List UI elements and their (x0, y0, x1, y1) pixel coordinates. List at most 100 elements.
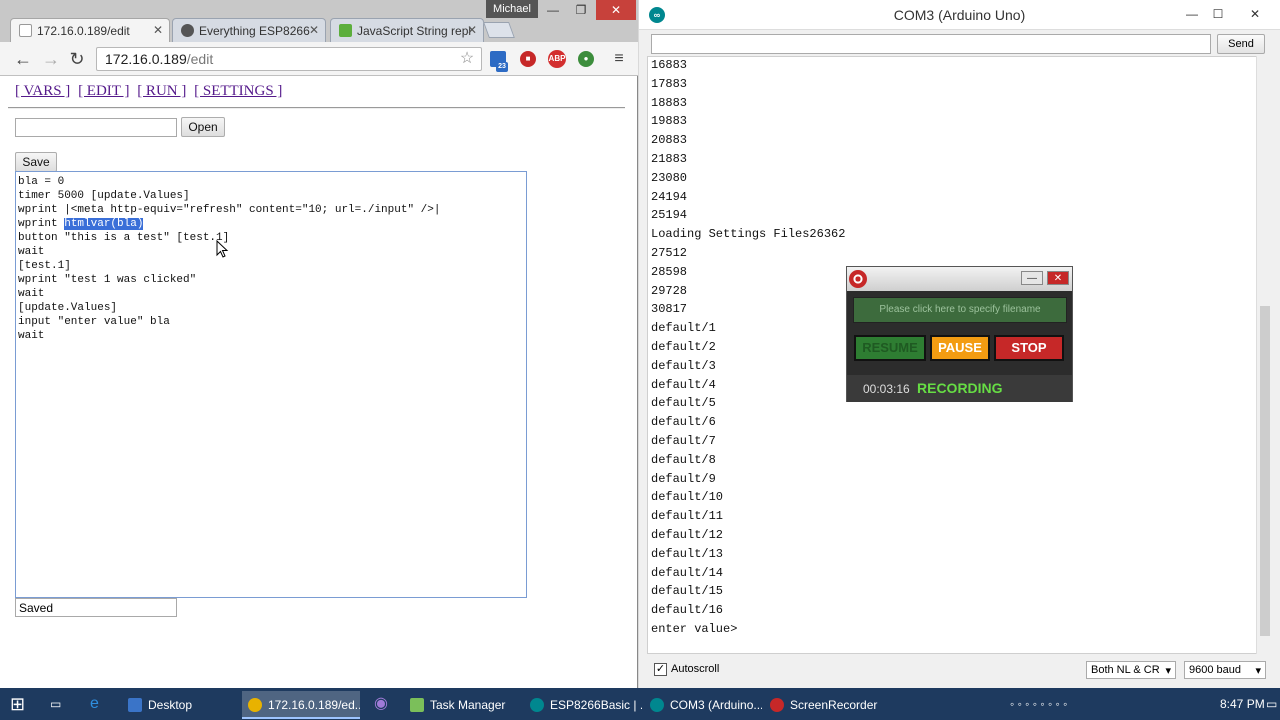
minimize-icon[interactable]: — (540, 0, 566, 20)
serial-line: default/14 (651, 565, 724, 580)
code-line: wprint "test 1 was clicked" (18, 274, 197, 286)
recorder-titlebar[interactable]: — ✕ (847, 267, 1072, 291)
serial-line: default/16 (651, 603, 724, 618)
taskbar-item-task-manager[interactable]: Task Manager (404, 691, 522, 719)
taskbar-label: COM3 (Arduino... (670, 698, 762, 712)
autoscroll-checkbox[interactable]: ✓ (654, 663, 667, 676)
save-button[interactable]: Save (15, 152, 57, 172)
profile-badge[interactable]: Michael (486, 0, 538, 18)
forward-icon[interactable]: → (40, 48, 62, 70)
star-icon[interactable]: ☆ (456, 48, 478, 70)
desktop-icon (128, 698, 142, 712)
nav-vars-link[interactable]: [ VARS ] (15, 83, 70, 99)
adblock-icon[interactable]: ABP (548, 50, 566, 68)
serial-titlebar: ∞ COM3 (Arduino Uno) — ☐ ✕ (639, 0, 1280, 30)
command-prompt-icon[interactable]: ▭ (50, 688, 61, 720)
maximize-icon[interactable]: ☐ (1205, 4, 1231, 24)
close-icon[interactable]: ✕ (467, 23, 477, 37)
url-path: /edit (186, 51, 214, 67)
scrollbar-thumb[interactable] (1260, 306, 1270, 636)
serial-line: 16883 (651, 58, 688, 72)
send-button[interactable]: Send (1217, 34, 1265, 54)
baud-value: 9600 baud (1189, 664, 1241, 676)
code-line: bla = 0 (18, 176, 65, 188)
serial-line: 30817 (651, 302, 688, 317)
taskbar-item-screenrecorder[interactable]: ScreenRecorder (764, 691, 882, 719)
close-window-icon[interactable]: ✕ (596, 0, 636, 20)
serial-line: Loading Settings Files26362 (651, 227, 846, 242)
address-bar[interactable]: 172.16.0.189/edit (96, 47, 482, 71)
serial-line: default/7 (651, 434, 716, 448)
github-icon (181, 24, 194, 37)
nav-settings-link[interactable]: [ SETTINGS ] (194, 83, 282, 99)
filename-field[interactable]: Please click here to specify filename (853, 297, 1067, 323)
internet-explorer-icon[interactable]: e (90, 688, 99, 720)
serial-line: default/5 (651, 396, 716, 411)
location-extension-icon[interactable]: ● (578, 51, 594, 67)
taskbar-item-chrome[interactable]: 172.16.0.189/ed... (242, 691, 360, 719)
tab-esp8266[interactable]: Everything ESP8266 ✕ (172, 18, 326, 42)
taskbar-item-desktop[interactable]: Desktop (122, 691, 236, 719)
serial-line: 24194 (651, 189, 688, 204)
code-line: input "enter value" bla (18, 316, 170, 328)
taskbar-label: 172.16.0.189/ed... (268, 698, 360, 712)
code-line: wprint htmlvar(bla) (18, 217, 524, 231)
nav-run-link[interactable]: [ RUN ] (137, 83, 186, 99)
taskbar-item-com3[interactable]: COM3 (Arduino... (644, 691, 762, 719)
serial-line: default/9 (651, 471, 716, 486)
browser-window: 172.16.0.189/edit ✕ Everything ESP8266 ✕… (0, 0, 638, 688)
close-icon[interactable]: ✕ (1047, 271, 1069, 285)
code-editor[interactable]: bla = 0 timer 5000 [update.Values] wprint … (15, 171, 527, 598)
tray-overflow-icon[interactable]: ◦ ◦ ◦ ◦ ◦ ◦ ◦ ◦ (1010, 688, 1067, 720)
browser-titlebar: 172.16.0.189/edit ✕ Everything ESP8266 ✕… (0, 0, 638, 42)
windows-start-icon[interactable]: ⊞ (10, 688, 25, 720)
serial-line: default/4 (651, 377, 716, 392)
scrollbar[interactable] (1256, 56, 1272, 654)
cortana-icon[interactable]: ◉ (374, 688, 388, 720)
serial-line: 29728 (651, 283, 688, 298)
pause-button[interactable]: PAUSE (930, 335, 990, 361)
page-content: [ VARS ] [ EDIT ] [ RUN ] [ SETTINGS ] O… (0, 77, 637, 688)
serial-line: 21883 (651, 152, 688, 166)
taskbar-item-esp8266basic[interactable]: ESP8266Basic | ... (524, 691, 642, 719)
clock[interactable]: 8:47 PM (1220, 688, 1265, 720)
close-icon[interactable]: ✕ (309, 23, 319, 37)
filename-input[interactable] (15, 118, 177, 137)
serial-line: default/2 (651, 340, 716, 354)
tab-javascript[interactable]: JavaScript String repl ✕ (330, 18, 484, 42)
tab-label: Everything ESP8266 (199, 24, 310, 38)
notification-icon[interactable]: ▭ (1266, 688, 1277, 720)
minimize-icon[interactable]: — (1179, 4, 1205, 24)
serial-send-input[interactable] (651, 34, 1211, 54)
nav-edit-link[interactable]: [ EDIT ] (78, 83, 129, 99)
minimize-icon[interactable]: — (1021, 271, 1043, 285)
taskbar-label: Task Manager (430, 698, 506, 712)
stop-button[interactable]: STOP (994, 335, 1064, 361)
code-text: wprint (18, 218, 65, 230)
close-window-icon[interactable]: ✕ (1235, 4, 1275, 24)
stop-extension-icon[interactable]: ■ (520, 51, 536, 67)
reload-icon[interactable]: ↻ (66, 48, 88, 70)
baud-select[interactable]: 9600 baud ▾ (1184, 661, 1266, 679)
serial-line: 27512 (651, 246, 688, 260)
arduino-icon (530, 698, 544, 712)
serial-line: enter value> (651, 622, 738, 636)
extension-badge: 23 (496, 62, 508, 72)
recorder-icon (770, 698, 784, 712)
open-button[interactable]: Open (181, 117, 225, 137)
line-ending-select[interactable]: Both NL & CR ▾ (1086, 661, 1176, 679)
new-tab-button[interactable] (483, 22, 515, 38)
serial-line: default/1 (651, 321, 716, 336)
serial-line: 17883 (651, 76, 688, 91)
serial-line: default/13 (651, 546, 724, 561)
taskbar: ⊞ ▭ e Desktop 172.16.0.189/ed... ◉ Task … (0, 688, 1280, 720)
maximize-icon[interactable]: ❐ (568, 0, 594, 20)
tab-label: JavaScript String repl (357, 24, 472, 38)
status-field: Saved (15, 598, 177, 617)
back-icon[interactable]: ← (12, 48, 34, 70)
tab-edit[interactable]: 172.16.0.189/edit ✕ (10, 18, 170, 42)
resume-button[interactable]: RESUME (854, 335, 926, 361)
menu-icon[interactable]: ≡ (608, 48, 630, 70)
close-icon[interactable]: ✕ (153, 23, 163, 37)
w3-icon (339, 24, 352, 37)
